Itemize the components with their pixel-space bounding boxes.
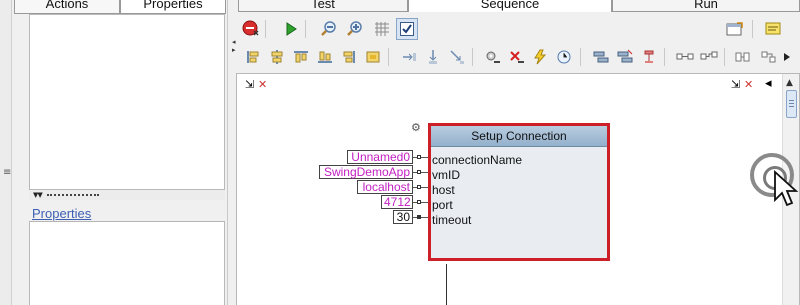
trim-grip-icon[interactable]: ≡: [3, 168, 11, 178]
toolbar-separator: [724, 48, 725, 66]
pin-right-icon[interactable]: ⇲: [731, 79, 740, 91]
flow-connector-line: [446, 264, 447, 305]
align-center-icon[interactable]: [266, 46, 288, 68]
zoom-out-icon[interactable]: [318, 18, 340, 40]
notes-icon[interactable]: [762, 18, 784, 40]
block-title[interactable]: Setup Connection: [431, 126, 607, 147]
layout-icon[interactable]: [732, 46, 754, 68]
align-right-icon[interactable]: [338, 46, 360, 68]
connect-icon[interactable]: [590, 46, 612, 68]
grid-icon[interactable]: [371, 18, 393, 40]
toolbar-separator: [388, 48, 389, 66]
step-in-icon[interactable]: [398, 46, 420, 68]
input-connection-name[interactable]: Unnamed0: [347, 150, 413, 164]
sequence-canvas[interactable]: ⇲ ✕ ⇲ ✕ ◂ ▲ ⚙ Setup Connection connectio…: [236, 73, 800, 305]
app-window: ≡ Actions Properties ▼▼ Properties Test …: [0, 0, 800, 305]
actions-pane: [29, 14, 225, 190]
tab-properties[interactable]: Properties: [120, 0, 226, 14]
align-left-icon[interactable]: [242, 46, 264, 68]
splitter-grip[interactable]: [47, 194, 99, 196]
step-down-icon[interactable]: [422, 46, 444, 68]
pane-splitter[interactable]: ▼▼: [29, 190, 225, 200]
scroll-left-icon[interactable]: ◂: [765, 77, 772, 90]
align-top-icon[interactable]: [290, 46, 312, 68]
mouse-cursor-icon: [774, 170, 799, 207]
close-right-icon[interactable]: ✕: [744, 79, 753, 91]
toolbar-primary: [238, 18, 800, 42]
run-icon[interactable]: [280, 18, 302, 40]
step-out-icon[interactable]: [446, 46, 468, 68]
toolbar-separator: [752, 20, 753, 38]
input-host[interactable]: localhost: [357, 180, 413, 194]
input-vmid[interactable]: SwingDemoApp: [319, 165, 413, 179]
toolbar-secondary: [238, 46, 800, 70]
align-middle-icon[interactable]: [362, 46, 384, 68]
pin-icon[interactable]: ⇲: [245, 79, 254, 91]
block-settings-icon[interactable]: ⚙: [411, 121, 421, 134]
toolbar-separator: [580, 48, 581, 66]
left-panel: ≡ Actions Properties ▼▼ Properties: [0, 0, 228, 305]
connector-pin[interactable]: [417, 185, 421, 189]
port-label: connectionName: [432, 153, 523, 167]
settings-icon[interactable]: [482, 46, 504, 68]
export-icon[interactable]: [724, 18, 746, 40]
port-label: host: [432, 183, 455, 197]
tab-sequence[interactable]: Sequence: [408, 0, 612, 12]
run-to-icon[interactable]: [530, 46, 552, 68]
connector-pin[interactable]: [417, 215, 421, 219]
link-icon[interactable]: [674, 46, 696, 68]
port-label: vmID: [432, 168, 460, 182]
setup-connection-block[interactable]: Setup Connection connectionName vmID hos…: [428, 123, 610, 261]
watch-icon[interactable]: [554, 46, 576, 68]
disconnect-icon[interactable]: [614, 46, 636, 68]
tab-run[interactable]: Run: [612, 0, 800, 12]
port-label: timeout: [432, 213, 472, 227]
scroll-up-arrow-icon[interactable]: ▲: [786, 79, 793, 88]
align-bottom-icon[interactable]: [314, 46, 336, 68]
connector-pin[interactable]: [417, 200, 421, 204]
stop-icon[interactable]: [240, 18, 262, 40]
editor-area: Test Sequence Run ◂ ▸ ⇲ ✕ ⇲ ✕ ◂ ▲ ⚙ Setu…: [232, 0, 800, 305]
unlink-icon[interactable]: [698, 46, 720, 68]
port-icon[interactable]: [638, 46, 660, 68]
breakpoint-icon[interactable]: [506, 46, 528, 68]
connector-pin[interactable]: [417, 155, 421, 159]
properties-title: Properties: [32, 206, 92, 221]
left-trim-bar[interactable]: ≡: [0, 0, 12, 305]
toolbar-separator: [305, 20, 306, 38]
toolbar-separator: [265, 20, 266, 38]
left-tab-strip: Actions Properties: [14, 0, 226, 14]
tab-actions[interactable]: Actions: [14, 0, 120, 14]
tab-test[interactable]: Test: [238, 0, 408, 12]
checkbox-icon[interactable]: [396, 18, 418, 40]
close-icon[interactable]: ✕: [258, 79, 267, 91]
toolbar-separator: [664, 48, 665, 66]
zoom-in-icon[interactable]: [344, 18, 366, 40]
port-label: port: [432, 198, 453, 212]
more-arrow-icon[interactable]: [776, 46, 798, 68]
collapse-arrows-icon[interactable]: ▼▼: [33, 192, 43, 199]
input-timeout[interactable]: 30: [393, 210, 413, 224]
scroll-thumb[interactable]: [786, 90, 797, 118]
input-port[interactable]: 4712: [381, 195, 413, 209]
connector-pin[interactable]: [417, 170, 421, 174]
toolbar-separator: [472, 48, 473, 66]
properties-pane: [29, 222, 225, 305]
